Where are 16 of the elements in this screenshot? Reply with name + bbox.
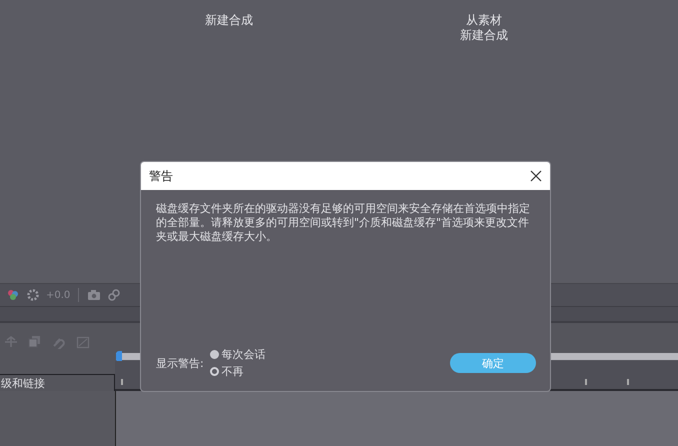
tick-mark — [627, 379, 629, 385]
show-warning-label: 显示警告: — [156, 356, 204, 370]
radio-option[interactable]: 不再 — [210, 364, 450, 379]
link-icon[interactable] — [107, 288, 122, 302]
warning-message: 磁盘缓存文件夹所在的驱动器没有足够的可用空间来安全存储在首选项中指定的全部量。请释放更多的可用空间或转到"介质和磁盘缓存"首选项来更改文件夹或最大磁盘缓存大小。 — [156, 202, 531, 244]
playhead-handle[interactable] — [116, 351, 122, 362]
stack-icon[interactable] — [28, 335, 42, 349]
column-header: 级和链接 — [0, 376, 45, 391]
close-icon[interactable] — [530, 170, 542, 182]
camera-icon[interactable] — [87, 288, 102, 302]
color-wheel-icon[interactable] — [6, 288, 20, 302]
dialog-title: 警告 — [149, 168, 173, 184]
gear-icon[interactable] — [26, 288, 40, 302]
radio-option[interactable]: 每次会话 — [210, 347, 450, 362]
tick-mark — [121, 379, 123, 385]
tick-mark — [585, 379, 587, 385]
